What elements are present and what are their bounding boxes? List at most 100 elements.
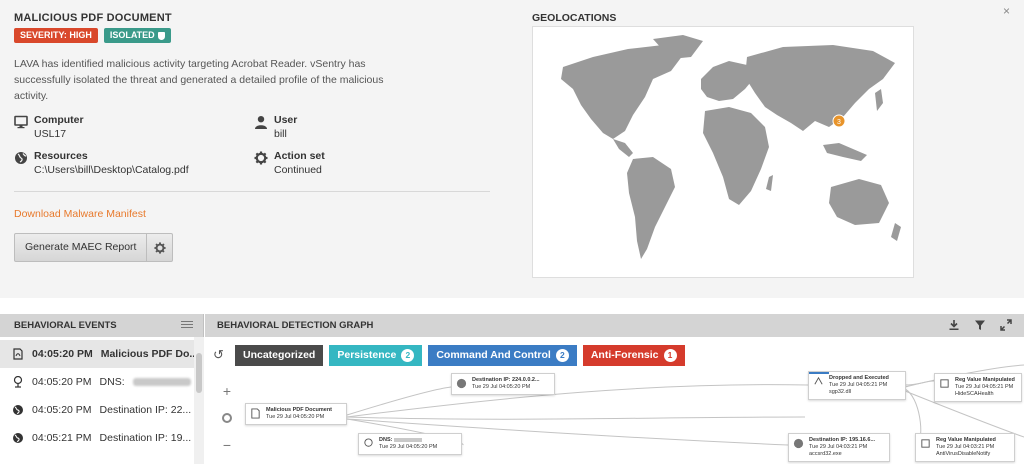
detection-graph-title: BEHAVIORAL DETECTION GRAPH — [217, 320, 374, 331]
event-time: 04:05:21 PM — [32, 432, 92, 444]
filter-icon[interactable] — [974, 319, 986, 331]
event-time: 04:05:20 PM — [32, 348, 93, 360]
event-text: Destination IP: 19... — [99, 432, 192, 444]
geolocations-title: GEOLOCATIONS — [532, 12, 617, 24]
shield-icon — [157, 31, 165, 40]
graph-node[interactable]: Destination IP: 195.16.6... Tue 29 Jul 0… — [788, 433, 890, 462]
events-scrollbar[interactable] — [194, 337, 204, 464]
australia-shape — [829, 179, 889, 225]
node-time: Tue 29 Jul 04:03:21 PM — [809, 444, 868, 450]
world-map-graphic: 3 — [561, 35, 901, 259]
expand-icon[interactable] — [1000, 319, 1012, 331]
redacted-hostname — [132, 378, 191, 386]
node-title: Dropped and Executed — [829, 375, 889, 381]
new-zealand-shape — [891, 223, 901, 241]
event-text: Malicious PDF Do... — [100, 348, 194, 360]
close-icon[interactable]: × — [1003, 4, 1010, 18]
globe-icon — [15, 152, 27, 164]
computer-info: Computer USL17 — [14, 114, 84, 140]
event-text: Destination IP: 22... — [99, 404, 192, 416]
detection-graph-header: BEHAVIORAL DETECTION GRAPH — [205, 314, 1024, 337]
node-sub: sgp32.dll — [829, 389, 852, 395]
user-value: bill — [274, 128, 287, 140]
dns-icon — [13, 376, 23, 388]
japan-shape — [875, 89, 883, 111]
registry-icon — [940, 379, 949, 388]
computer-value: USL17 — [34, 128, 67, 140]
graph-node[interactable]: Reg Value Manipulated Tue 29 Jul 04:03:2… — [915, 433, 1015, 462]
panel-separator — [0, 298, 1024, 314]
graph-edge — [346, 384, 809, 418]
africa-shape — [703, 107, 769, 205]
action-set-value: Continued — [274, 164, 322, 176]
node-time: Tue 29 Jul 04:05:21 PM — [829, 382, 888, 388]
behavioral-events-list: 04:05:20 PM Malicious PDF Do... 04:05:20… — [0, 337, 204, 464]
event-item[interactable]: 04:05:20 PM DNS: — [0, 368, 194, 396]
node-title: DNS: — [379, 437, 457, 444]
generate-maec-report-button[interactable]: Generate MAEC Report — [15, 234, 146, 261]
process-icon — [814, 376, 823, 385]
monitor-icon — [14, 115, 28, 129]
graph-node[interactable]: Dropped and Executed Tue 29 Jul 04:05:21… — [808, 371, 906, 400]
event-text: DNS: — [99, 376, 125, 388]
node-title: Destination IP: 195.16.6... — [809, 437, 876, 443]
node-title: Reg Value Manipulated — [936, 437, 996, 443]
node-title: Malicious PDF Document — [266, 407, 333, 413]
graph-edge — [346, 416, 806, 420]
category-bar — [809, 372, 829, 374]
pdf-icon — [13, 348, 23, 360]
south-america-shape — [627, 157, 675, 259]
network-globe-icon — [456, 378, 467, 389]
severity-badge: SEVERITY: HIGH — [14, 28, 98, 43]
user-info: User bill — [254, 114, 297, 140]
menu-icon[interactable] — [181, 321, 193, 330]
node-sub: accsrd32.exe — [809, 451, 842, 457]
network-globe-icon — [13, 405, 23, 415]
graph-node[interactable]: Malicious PDF Document Tue 29 Jul 04:05:… — [245, 403, 347, 425]
node-title: Reg Value Manipulated — [955, 377, 1015, 383]
graph-node[interactable]: Reg Value Manipulated Tue 29 Jul 04:05:2… — [934, 373, 1022, 402]
graph-node[interactable]: DNS: Tue 29 Jul 04:05:20 PM — [358, 433, 462, 455]
event-time: 04:05:20 PM — [32, 404, 92, 416]
status-badges: SEVERITY: HIGH ISOLATED — [14, 28, 171, 43]
node-time: Tue 29 Jul 04:05:21 PM — [955, 384, 1014, 390]
node-sub: AntiVirusDisableNotify — [936, 451, 991, 457]
node-title: Destination IP: 224.0.0.2... — [472, 377, 540, 383]
event-time: 04:05:20 PM — [32, 376, 92, 388]
page-title: MALICIOUS PDF DOCUMENT — [14, 12, 172, 24]
behavioral-events-header: BEHAVIORAL EVENTS — [0, 314, 204, 337]
graph-node[interactable]: Destination IP: 224.0.0.2... Tue 29 Jul … — [451, 373, 555, 395]
geo-marker-count: 3 — [837, 119, 841, 126]
madagascar-shape — [766, 175, 773, 191]
download-manifest-link[interactable]: Download Malware Manifest — [14, 208, 146, 220]
resources-value: C:\Users\bill\Desktop\Catalog.pdf — [34, 164, 189, 176]
isolated-label: ISOLATED — [109, 30, 155, 40]
node-time: Tue 29 Jul 04:05:20 PM — [379, 444, 438, 450]
central-america-shape — [613, 139, 633, 157]
maec-settings-button[interactable] — [146, 234, 172, 261]
node-time: Tue 29 Jul 04:03:21 PM — [936, 444, 995, 450]
scrollbar-thumb[interactable] — [196, 353, 202, 393]
event-item[interactable]: 04:05:21 PM Destination IP: 19... — [0, 424, 194, 452]
resources-info: Resources C:\Users\bill\Desktop\Catalog.… — [14, 150, 189, 176]
graph-edges — [346, 364, 1024, 448]
computer-label: Computer — [34, 114, 84, 126]
world-map[interactable]: 3 — [532, 26, 914, 278]
detection-graph-canvas[interactable]: ↺ Uncategorized Persistence 2 Command An… — [205, 337, 1024, 464]
user-label: User — [274, 114, 298, 126]
node-title-text: DNS: — [379, 437, 393, 443]
incident-detail-panel: × MALICIOUS PDF DOCUMENT SEVERITY: HIGH … — [0, 0, 1024, 298]
asia-shape — [745, 45, 895, 131]
action-set-info: Action set Continued — [254, 150, 325, 176]
node-time: Tue 29 Jul 04:05:20 PM — [472, 384, 531, 390]
gear-icon — [154, 241, 166, 254]
divider — [14, 191, 490, 192]
node-time: Tue 29 Jul 04:05:20 PM — [266, 414, 325, 420]
pdf-icon — [251, 408, 260, 419]
event-item[interactable]: 04:05:20 PM Malicious PDF Do... — [0, 340, 194, 368]
event-item[interactable]: 04:05:20 PM Destination IP: 22... — [0, 396, 194, 424]
north-america-shape — [561, 45, 683, 139]
user-icon — [255, 116, 267, 129]
behavioral-events-title: BEHAVIORAL EVENTS — [14, 320, 117, 331]
download-icon[interactable] — [948, 319, 960, 331]
